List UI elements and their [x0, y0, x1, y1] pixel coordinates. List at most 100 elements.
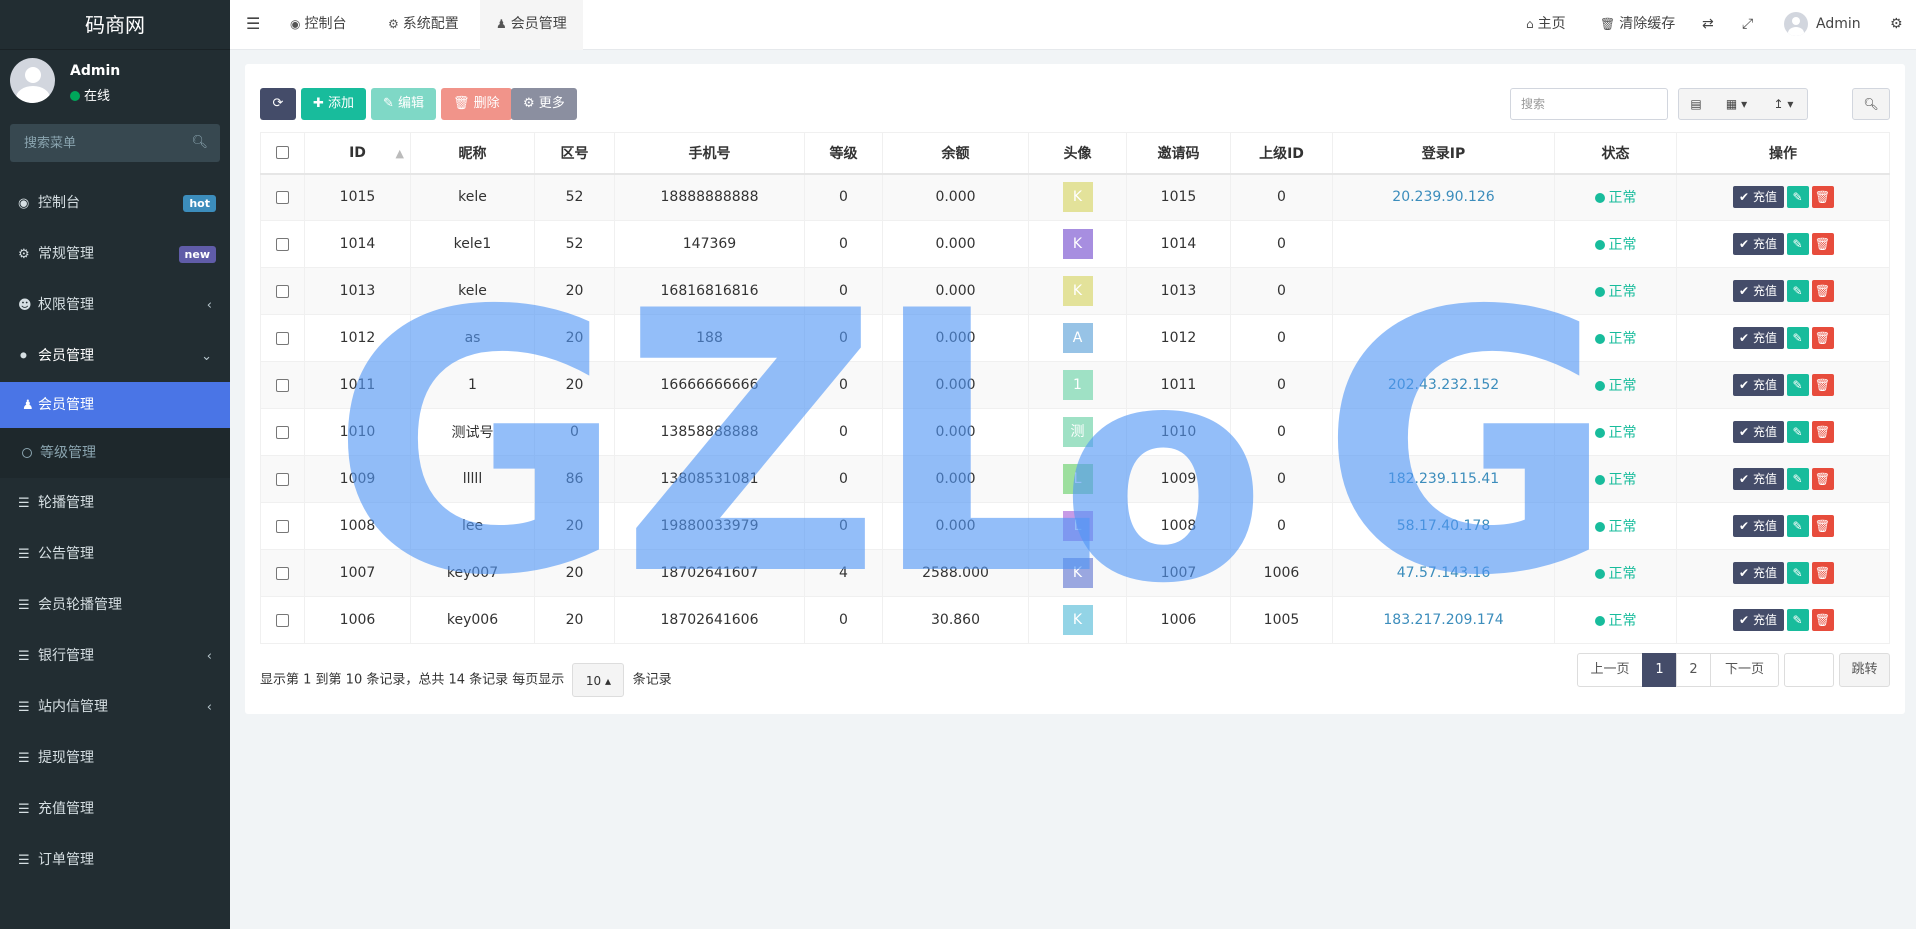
- refresh-button[interactable]: ⟳: [260, 88, 296, 120]
- home-link[interactable]: ⌂ 主页: [1526, 0, 1566, 50]
- row-checkbox[interactable]: [276, 190, 289, 204]
- brand-logo[interactable]: 码商网: [0, 0, 230, 50]
- ip-link[interactable]: 183.217.209.174: [1383, 612, 1503, 628]
- delete-row-button[interactable]: 🗑︎: [1811, 327, 1834, 349]
- sidebar-item-withdraw[interactable]: ☰ 提现管理: [0, 733, 230, 784]
- row-checkbox[interactable]: [276, 472, 289, 486]
- edit-row-button[interactable]: ✎: [1786, 421, 1809, 443]
- ip-link[interactable]: 47.57.143.16: [1397, 565, 1491, 581]
- jump-page-input[interactable]: [1784, 653, 1834, 687]
- cell-id: 1010: [304, 408, 411, 456]
- row-checkbox[interactable]: [276, 331, 289, 345]
- recharge-button[interactable]: ✔ 充值: [1732, 233, 1784, 255]
- sidebar-item-notice[interactable]: ☰ 公告管理: [0, 529, 230, 580]
- ip-link[interactable]: 182.239.115.41: [1388, 471, 1499, 487]
- jump-button[interactable]: 跳转: [1839, 653, 1890, 687]
- edit-row-button[interactable]: ✎: [1786, 233, 1809, 255]
- edit-row-button[interactable]: ✎: [1786, 515, 1809, 537]
- sidebar-search-input[interactable]: [10, 124, 220, 162]
- sort-icon[interactable]: ▲: [396, 147, 404, 160]
- row-checkbox[interactable]: [276, 613, 289, 627]
- column-header-nick: 昵称: [410, 132, 535, 175]
- clear-cache-button[interactable]: 🗑︎ 清除缓存: [1600, 0, 1675, 50]
- export-dropdown[interactable]: ↥ ▾: [1760, 88, 1808, 120]
- row-checkbox[interactable]: [276, 237, 289, 251]
- edit-row-button[interactable]: ✎: [1786, 468, 1809, 490]
- translate-icon[interactable]: ⇄: [1702, 0, 1714, 50]
- fullscreen-icon[interactable]: ⤢: [1742, 0, 1753, 50]
- sidebar-item-dashboard[interactable]: ◉ 控制台 hot: [0, 178, 230, 229]
- edit-row-button[interactable]: ✎: [1786, 562, 1809, 584]
- settings-icon[interactable]: ⚙: [1890, 0, 1903, 50]
- delete-button[interactable]: 🗑︎ 删除: [441, 88, 512, 120]
- tab-member[interactable]: ♟ 会员管理: [480, 0, 583, 50]
- row-checkbox[interactable]: [276, 566, 289, 580]
- sidebar-item-orders[interactable]: ☰ 订单管理: [0, 835, 230, 886]
- page-2-button[interactable]: 2: [1676, 653, 1711, 687]
- column-header-id[interactable]: ID ▲: [304, 132, 411, 175]
- next-page-button[interactable]: 下一页: [1710, 653, 1779, 687]
- ip-link[interactable]: 202.43.232.152: [1388, 377, 1499, 393]
- row-checkbox[interactable]: [276, 284, 289, 298]
- select-all-checkbox[interactable]: [276, 146, 289, 160]
- sidebar-item-bank[interactable]: ☰ 银行管理 ‹: [0, 631, 230, 682]
- edit-row-button[interactable]: ✎: [1786, 186, 1809, 209]
- sidebar-item-member[interactable]: ⚫ 会员管理 ⌄: [0, 331, 230, 382]
- recharge-button[interactable]: ✔ 充值: [1732, 186, 1784, 209]
- sidebar-subitem-member[interactable]: ♟ 会员管理: [0, 382, 230, 428]
- page-1-button[interactable]: 1: [1642, 653, 1677, 687]
- tab-system-config[interactable]: ⚙ 系统配置: [388, 0, 459, 50]
- edit-button[interactable]: ✎ 编辑: [371, 88, 437, 120]
- sidebar-item-permission[interactable]: ☻ 权限管理 ‹: [0, 280, 230, 331]
- menu-toggle-icon[interactable]: ☰: [246, 0, 260, 50]
- edit-row-button[interactable]: ✎: [1786, 609, 1809, 631]
- search-input[interactable]: [1510, 88, 1668, 120]
- row-checkbox[interactable]: [276, 378, 289, 392]
- edit-row-button[interactable]: ✎: [1786, 280, 1809, 302]
- ip-link[interactable]: 58.17.40.178: [1397, 518, 1491, 534]
- recharge-button[interactable]: ✔ 充值: [1732, 609, 1784, 631]
- prev-page-button[interactable]: 上一页: [1577, 653, 1643, 687]
- delete-row-button[interactable]: 🗑︎: [1811, 421, 1834, 443]
- tab-dashboard[interactable]: ◉ 控制台: [290, 0, 346, 50]
- sidebar-item-general[interactable]: ⚙ 常规管理 new: [0, 229, 230, 280]
- recharge-button[interactable]: ✔ 充值: [1732, 280, 1784, 302]
- columns-dropdown[interactable]: ▦ ▾: [1713, 88, 1761, 120]
- recharge-button[interactable]: ✔ 充值: [1732, 515, 1784, 537]
- sidebar-subitem-level[interactable]: 等级管理: [0, 428, 230, 478]
- recharge-button[interactable]: ✔ 充值: [1732, 374, 1784, 396]
- more-button[interactable]: ⚙ 更多: [511, 88, 577, 120]
- user-name: Admin: [70, 63, 121, 79]
- delete-row-button[interactable]: 🗑︎: [1811, 562, 1834, 584]
- status-badge: 正常: [1594, 519, 1637, 535]
- check-icon: ✔: [1739, 613, 1750, 627]
- sidebar-item-recharge[interactable]: ☰ 充值管理: [0, 784, 230, 835]
- search-button[interactable]: 🔍︎: [1852, 88, 1890, 120]
- user-menu[interactable]: Admin: [1784, 0, 1861, 50]
- row-checkbox[interactable]: [276, 425, 289, 439]
- recharge-button[interactable]: ✔ 充值: [1732, 327, 1784, 349]
- edit-row-button[interactable]: ✎: [1786, 327, 1809, 349]
- recharge-label: 充值: [1752, 331, 1777, 345]
- delete-row-button[interactable]: 🗑︎: [1811, 233, 1834, 255]
- sidebar-item-message[interactable]: ☰ 站内信管理 ‹: [0, 682, 230, 733]
- delete-row-button[interactable]: 🗑︎: [1811, 609, 1834, 631]
- sidebar-item-member-carousel[interactable]: ☰ 会员轮播管理: [0, 580, 230, 631]
- add-button[interactable]: ✚ 添加: [301, 88, 367, 120]
- row-checkbox[interactable]: [276, 519, 289, 533]
- delete-row-button[interactable]: 🗑︎: [1811, 515, 1834, 537]
- ip-link[interactable]: 20.239.90.126: [1392, 189, 1494, 205]
- cell-level: 0: [804, 314, 883, 362]
- delete-row-button[interactable]: 🗑︎: [1811, 374, 1834, 396]
- recharge-button[interactable]: ✔ 充值: [1732, 468, 1784, 490]
- toggle-view-icon[interactable]: ▤: [1678, 88, 1714, 120]
- page-size-dropdown[interactable]: 10 ▴: [572, 663, 625, 697]
- search-icon[interactable]: 🔍︎: [191, 135, 208, 150]
- delete-row-button[interactable]: 🗑︎: [1811, 186, 1834, 209]
- edit-row-button[interactable]: ✎: [1786, 374, 1809, 396]
- delete-row-button[interactable]: 🗑︎: [1811, 280, 1834, 302]
- recharge-button[interactable]: ✔ 充值: [1732, 421, 1784, 443]
- sidebar-item-carousel[interactable]: ☰ 轮播管理: [0, 478, 230, 529]
- delete-row-button[interactable]: 🗑︎: [1811, 468, 1834, 490]
- recharge-button[interactable]: ✔ 充值: [1732, 562, 1784, 584]
